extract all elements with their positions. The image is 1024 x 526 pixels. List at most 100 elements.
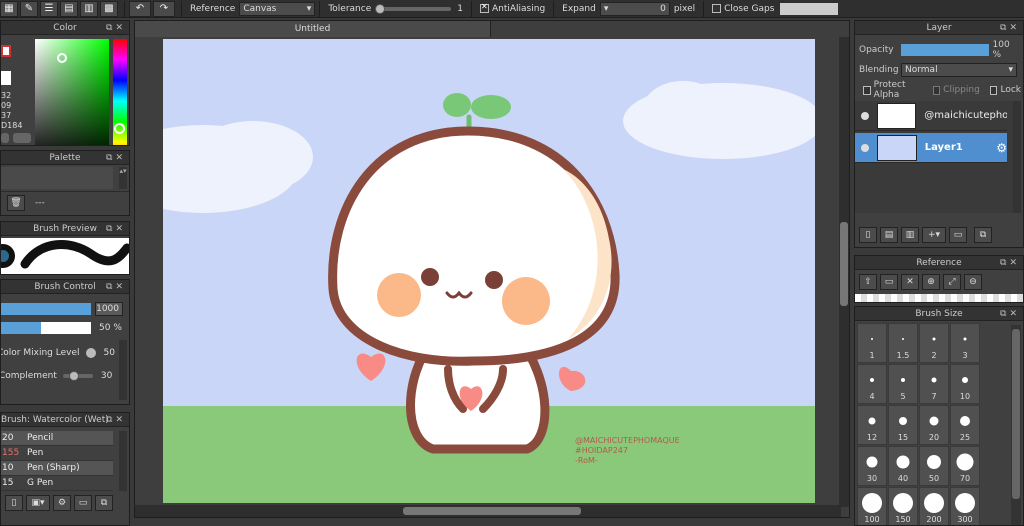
redo-icon[interactable]: ↷ — [153, 0, 175, 17]
hue-slider[interactable] — [113, 39, 127, 145]
layer-icon[interactable]: ▦ — [0, 0, 18, 17]
panel-controls-icon[interactable]: ⧉✕ — [106, 280, 126, 294]
brush-size-cell[interactable]: 30 — [857, 446, 887, 486]
undo-icon[interactable]: ↶ — [129, 0, 151, 17]
brush-size-scrollbar-thumb[interactable] — [1012, 329, 1020, 499]
duplicate-layer-icon[interactable]: ▥ — [901, 227, 919, 243]
close-gaps-slider[interactable] — [780, 2, 839, 15]
brush-item[interactable]: 155 Pen — [1, 446, 113, 461]
vertical-scrollbar[interactable] — [839, 37, 849, 507]
brush-size-cell[interactable]: 7 — [919, 364, 949, 404]
visibility-icon[interactable] — [861, 143, 869, 152]
hue-slider-handle[interactable] — [114, 123, 125, 134]
copy-icon[interactable]: ⧉ — [974, 227, 992, 243]
visibility-icon[interactable] — [861, 111, 869, 120]
brush-size-cell[interactable]: 70 — [950, 446, 980, 486]
open-folder-icon[interactable]: ▭ — [880, 274, 898, 290]
tolerance-slider[interactable] — [375, 3, 452, 14]
zoom-out-icon[interactable]: ⊖ — [964, 274, 982, 290]
filmstrip-icon[interactable]: ▥ — [80, 0, 98, 17]
layer-list-scrollbar[interactable] — [1013, 101, 1021, 213]
brush-item[interactable]: 20 Pencil — [1, 431, 113, 446]
brush-size-slider[interactable] — [1, 303, 91, 315]
brush-size-cell[interactable]: 5 — [888, 364, 918, 404]
brush-size-cell[interactable]: 3 — [950, 323, 980, 363]
panel-controls-icon[interactable]: ⧉✕ — [1000, 256, 1020, 270]
saturation-value-picker[interactable] — [35, 39, 109, 145]
upload-icon[interactable]: ⇧ — [859, 274, 877, 290]
brush-size-cell[interactable]: 10 — [950, 364, 980, 404]
drawing-canvas[interactable]: @MAICHICUTEPHOMAQUE #HOIDAP247 -RoM- — [163, 39, 815, 503]
document-icon[interactable]: ▤ — [60, 0, 78, 17]
clipping-checkbox[interactable] — [932, 85, 941, 95]
brush-size-value[interactable]: 1000 — [95, 302, 123, 316]
brush-size-cell[interactable]: 15 — [888, 405, 918, 445]
brush-size-cell[interactable]: 40 — [888, 446, 918, 486]
panel-controls-icon[interactable]: ⧉✕ — [1000, 21, 1020, 35]
brush-size-cell[interactable]: 200 — [919, 487, 949, 525]
blending-select[interactable]: Normal ▾ — [901, 63, 1017, 77]
horizontal-scrollbar-thumb[interactable] — [403, 507, 581, 515]
eyedropper-button[interactable] — [13, 133, 31, 143]
panel-controls-icon[interactable]: ⧉✕ — [1000, 307, 1020, 321]
new-layer-from-image-icon[interactable]: ▤ — [880, 227, 898, 243]
brush-size-cell[interactable]: 1.5 — [888, 323, 918, 363]
brush-size-cell[interactable]: 25 — [950, 405, 980, 445]
grid-icon[interactable]: ▩ — [100, 0, 118, 17]
folder-icon[interactable]: ▭ — [949, 227, 967, 243]
expand-select[interactable]: ▾ 0 — [599, 1, 670, 16]
zoom-in-icon[interactable]: ⊕ — [922, 274, 940, 290]
close-gaps-checkbox[interactable] — [712, 4, 722, 13]
chat-icon[interactable]: ✎ — [20, 0, 38, 17]
add-layer-menu-icon[interactable]: +▾ — [922, 227, 946, 243]
complement-slider-knob[interactable] — [68, 371, 79, 381]
brush-size-cell[interactable]: 12 — [857, 405, 887, 445]
delete-icon[interactable]: 🗑 — [7, 195, 25, 211]
brush-size-scrollbar[interactable] — [1011, 325, 1021, 525]
horizontal-scrollbar[interactable] — [135, 505, 841, 517]
brush-size-cell[interactable]: 4 — [857, 364, 887, 404]
brush-list-scrollbar[interactable] — [119, 431, 127, 491]
lock-checkbox[interactable] — [989, 85, 998, 95]
brush-item[interactable]: 15 G Pen — [1, 476, 113, 491]
brush-control-scrollbar[interactable] — [119, 340, 127, 400]
brush-size-cell[interactable]: 20 — [919, 405, 949, 445]
palette-scrollbar[interactable]: ▴▾ — [119, 167, 127, 189]
new-brush-icon[interactable]: ▯ — [5, 495, 23, 511]
brush-size-cell[interactable]: 100 — [857, 487, 887, 525]
gear-icon[interactable]: ⚙ — [996, 141, 1007, 155]
vertical-scrollbar-thumb[interactable] — [840, 222, 848, 306]
palette-swatch-area[interactable] — [1, 167, 113, 189]
brush-size-cell[interactable]: 150 — [888, 487, 918, 525]
close-icon[interactable]: ✕ — [901, 274, 919, 290]
brush-type-icon[interactable]: ▣▾ — [26, 495, 50, 511]
layer-item[interactable]: @maichicutephom — [855, 101, 1007, 131]
panel-controls-icon[interactable]: ⧉✕ — [106, 413, 126, 427]
panel-controls-icon[interactable]: ⧉✕ — [106, 151, 126, 165]
brush-size-cell[interactable]: 2 — [919, 323, 949, 363]
layer-opacity-slider[interactable] — [900, 44, 989, 56]
color-mode-button[interactable] — [1, 133, 9, 143]
brush-size-cell[interactable]: 1 — [857, 323, 887, 363]
panel-controls-icon[interactable]: ⧉✕ — [106, 21, 126, 35]
panel-controls-icon[interactable]: ⧉✕ — [106, 222, 126, 236]
color-mixing-knob[interactable] — [85, 348, 96, 358]
protect-alpha-checkbox[interactable] — [863, 85, 871, 95]
tolerance-slider-knob[interactable] — [375, 3, 386, 14]
complement-slider[interactable] — [62, 371, 93, 381]
copy-icon[interactable]: ⧉ — [95, 495, 113, 511]
new-layer-icon[interactable]: ▯ — [859, 227, 877, 243]
primary-color-swatch[interactable] — [1, 45, 11, 57]
document-tab[interactable]: Untitled — [135, 21, 491, 37]
brush-size-cell[interactable]: 50 — [919, 446, 949, 486]
brush-opacity-slider[interactable] — [1, 322, 91, 334]
brush-settings-icon[interactable]: ⚙ — [53, 495, 71, 511]
saturation-value-handle[interactable] — [57, 53, 67, 63]
brush-size-cell[interactable]: 300 — [950, 487, 980, 525]
antialiasing-checkbox[interactable] — [479, 2, 489, 13]
comment-icon[interactable]: ☰ — [40, 0, 58, 17]
folder-icon[interactable]: ▭ — [74, 495, 92, 511]
reference-select[interactable]: Canvas ▾ — [239, 1, 316, 16]
brush-item[interactable]: 10 Pen (Sharp) — [1, 461, 113, 476]
layer-item[interactable]: Layer1 ⚙ — [855, 133, 1007, 163]
